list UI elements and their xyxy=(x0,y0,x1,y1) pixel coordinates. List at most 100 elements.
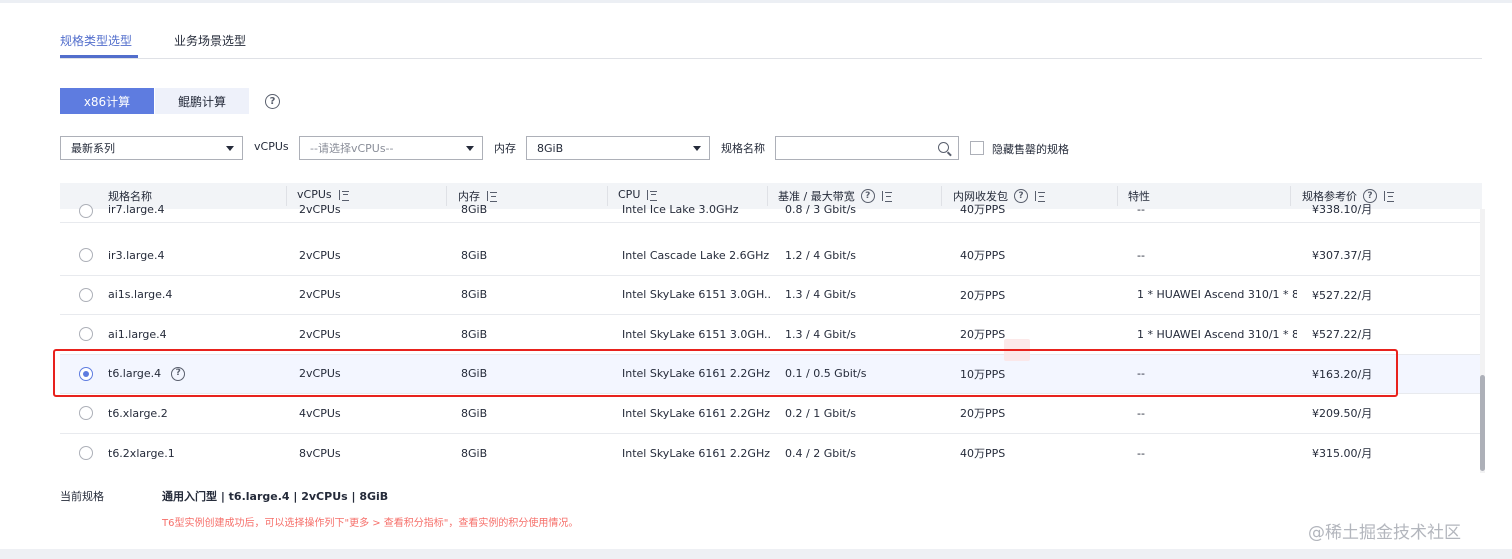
cell-bandwidth: 1.3 / 4 Gbit/s xyxy=(785,288,857,302)
selection-tabs: 规格类型选型 业务场景选型 xyxy=(60,22,1482,59)
row-radio[interactable] xyxy=(79,204,93,218)
memory-filter-label: 内存 xyxy=(494,142,516,155)
cell-price: ¥527.22/月 xyxy=(1312,288,1373,302)
table-row[interactable]: ir3.large.4 2vCPUs 8GiB Intel Cascade La… xyxy=(60,236,1482,276)
cell-name: t6.large.4? xyxy=(108,355,186,394)
cell-feature: -- xyxy=(1137,248,1145,262)
cell-cpu: Intel Ice Lake 3.0GHz xyxy=(622,202,739,216)
cell-pps: 40万PPS xyxy=(960,447,1006,461)
cell-price: ¥209.50/月 xyxy=(1312,407,1373,421)
cell-feature: 1 * HUAWEI Ascend 310/1 * 8G xyxy=(1137,288,1297,302)
cell-feature: -- xyxy=(1137,202,1145,216)
table-row[interactable]: t6.2xlarge.1 8vCPUs 8GiB Intel SkyLake 6… xyxy=(60,434,1482,474)
annotation-mark xyxy=(1004,339,1030,361)
cell-vcpus: 2vCPUs xyxy=(299,327,341,341)
cell-name: t6.xlarge.2 xyxy=(108,406,168,420)
row-radio[interactable] xyxy=(79,287,93,302)
cell-pps: 20万PPS xyxy=(960,407,1006,421)
arch-help-icon[interactable]: ? xyxy=(265,94,280,109)
tab-by-scenario[interactable]: 业务场景选型 xyxy=(174,32,246,49)
cell-bandwidth: 0.2 / 1 Gbit/s xyxy=(785,406,857,420)
cell-name: ai1.large.4 xyxy=(108,327,167,341)
cell-price: ¥307.37/月 xyxy=(1312,249,1373,263)
table-row[interactable]: ai1.large.4 2vCPUs 8GiB Intel SkyLake 61… xyxy=(60,315,1482,355)
bottom-bar xyxy=(0,549,1512,559)
cell-bandwidth: 1.3 / 4 Gbit/s xyxy=(785,327,857,341)
tab-by-flavor-type[interactable]: 规格类型选型 xyxy=(60,32,132,49)
current-flavor-label: 当前规格 xyxy=(60,490,104,503)
cell-vcpus: 2vCPUs xyxy=(299,202,341,216)
cell-pps: 10万PPS xyxy=(960,367,1006,381)
cell-memory: 8GiB xyxy=(461,406,488,420)
cell-name: ir7.large.4 xyxy=(108,202,165,216)
x86-compute-button[interactable]: x86计算 xyxy=(60,88,154,114)
table-scrollbar-thumb[interactable] xyxy=(1480,375,1485,471)
kunpeng-compute-button[interactable]: 鲲鹏计算 xyxy=(155,88,249,114)
series-select-value: 最新系列 xyxy=(71,142,115,155)
cell-cpu: Intel SkyLake 6161 2.2GHz xyxy=(622,367,770,381)
cell-bandwidth: 0.4 / 2 Gbit/s xyxy=(785,446,857,460)
memory-select[interactable]: 8GiB xyxy=(526,136,710,160)
chevron-down-icon xyxy=(466,146,474,151)
cell-pps: 20万PPS xyxy=(960,288,1006,302)
cell-pps: 40万PPS xyxy=(960,249,1006,263)
cell-cpu: Intel SkyLake 6151 3.0GH... xyxy=(622,327,772,341)
cell-vcpus: 2vCPUs xyxy=(299,288,341,302)
cell-pps: 20万PPS xyxy=(960,328,1006,342)
search-icon[interactable] xyxy=(938,142,949,153)
hide-sold-out-checkbox[interactable] xyxy=(970,141,984,155)
vcpus-filter-label: vCPUs xyxy=(254,140,289,153)
cell-memory: 8GiB xyxy=(461,288,488,302)
cell-memory: 8GiB xyxy=(461,367,488,381)
flavor-name-filter-label: 规格名称 xyxy=(721,142,765,155)
table-row-selected[interactable]: t6.large.4? 2vCPUs 8GiB Intel SkyLake 61… xyxy=(60,354,1482,394)
cell-price: ¥315.00/月 xyxy=(1312,447,1373,461)
cell-pps: 40万PPS xyxy=(960,203,1006,216)
cell-feature: -- xyxy=(1137,446,1145,460)
cell-feature: -- xyxy=(1137,367,1145,381)
active-tab-indicator xyxy=(60,55,138,58)
cell-cpu: Intel Cascade Lake 2.6GHz xyxy=(622,248,770,262)
cell-vcpus: 2vCPUs xyxy=(299,367,341,381)
flavor-name-search-input[interactable] xyxy=(775,136,959,160)
row-radio[interactable] xyxy=(79,446,93,461)
cell-name: ir3.large.4 xyxy=(108,248,165,262)
cell-memory: 8GiB xyxy=(461,327,488,341)
cell-cpu: Intel SkyLake 6161 2.2GHz xyxy=(622,406,770,420)
cell-name: ai1s.large.4 xyxy=(108,288,173,302)
chevron-down-icon xyxy=(693,146,701,151)
cell-bandwidth: 0.8 / 3 Gbit/s xyxy=(785,202,857,216)
cell-feature: -- xyxy=(1137,406,1145,420)
current-flavor-value: 通用入门型 | t6.large.4 | 2vCPUs | 8GiB xyxy=(162,490,389,503)
cell-price: ¥527.22/月 xyxy=(1312,328,1373,342)
memory-select-value: 8GiB xyxy=(537,141,564,155)
table-row[interactable]: ai1s.large.4 2vCPUs 8GiB Intel SkyLake 6… xyxy=(60,276,1482,315)
flavor-help-icon[interactable]: ? xyxy=(171,366,186,381)
cell-cpu: Intel SkyLake 6161 2.2GHz xyxy=(622,446,770,460)
cell-memory: 8GiB xyxy=(461,248,488,262)
row-radio-selected[interactable] xyxy=(79,366,93,381)
row-radio[interactable] xyxy=(79,406,93,421)
watermark: @稀土掘金技术社区 xyxy=(1308,523,1461,543)
row-radio[interactable] xyxy=(79,327,93,342)
hide-sold-out-label: 隐藏售罄的规格 xyxy=(992,143,1069,156)
row-radio[interactable] xyxy=(79,248,93,263)
cell-price: ¥163.20/月 xyxy=(1312,367,1373,381)
series-select[interactable]: 最新系列 xyxy=(60,136,243,160)
cell-memory: 8GiB xyxy=(461,446,488,460)
cell-name: t6.2xlarge.1 xyxy=(108,446,175,460)
table-row[interactable]: ir7.large.4 2vCPUs 8GiB Intel Ice Lake 3… xyxy=(60,196,1482,223)
cell-vcpus: 2vCPUs xyxy=(299,248,341,262)
vcpus-select[interactable]: --请选择vCPUs-- xyxy=(299,136,483,160)
top-border xyxy=(0,0,1512,3)
vcpus-select-placeholder: --请选择vCPUs-- xyxy=(310,142,394,155)
chevron-down-icon xyxy=(226,146,234,151)
cell-bandwidth: 1.2 / 4 Gbit/s xyxy=(785,248,857,262)
cell-vcpus: 4vCPUs xyxy=(299,406,341,420)
cell-vcpus: 8vCPUs xyxy=(299,446,341,460)
table-row[interactable]: t6.xlarge.2 4vCPUs 8GiB Intel SkyLake 61… xyxy=(60,394,1482,434)
cell-memory: 8GiB xyxy=(461,202,488,216)
t6-credit-note: T6型实例创建成功后，可以选择操作列下"更多 > 查看积分指标"，查看实例的积分… xyxy=(162,518,579,529)
cell-cpu: Intel SkyLake 6151 3.0GH... xyxy=(622,288,772,302)
cell-feature: 1 * HUAWEI Ascend 310/1 * 8G xyxy=(1137,327,1297,341)
